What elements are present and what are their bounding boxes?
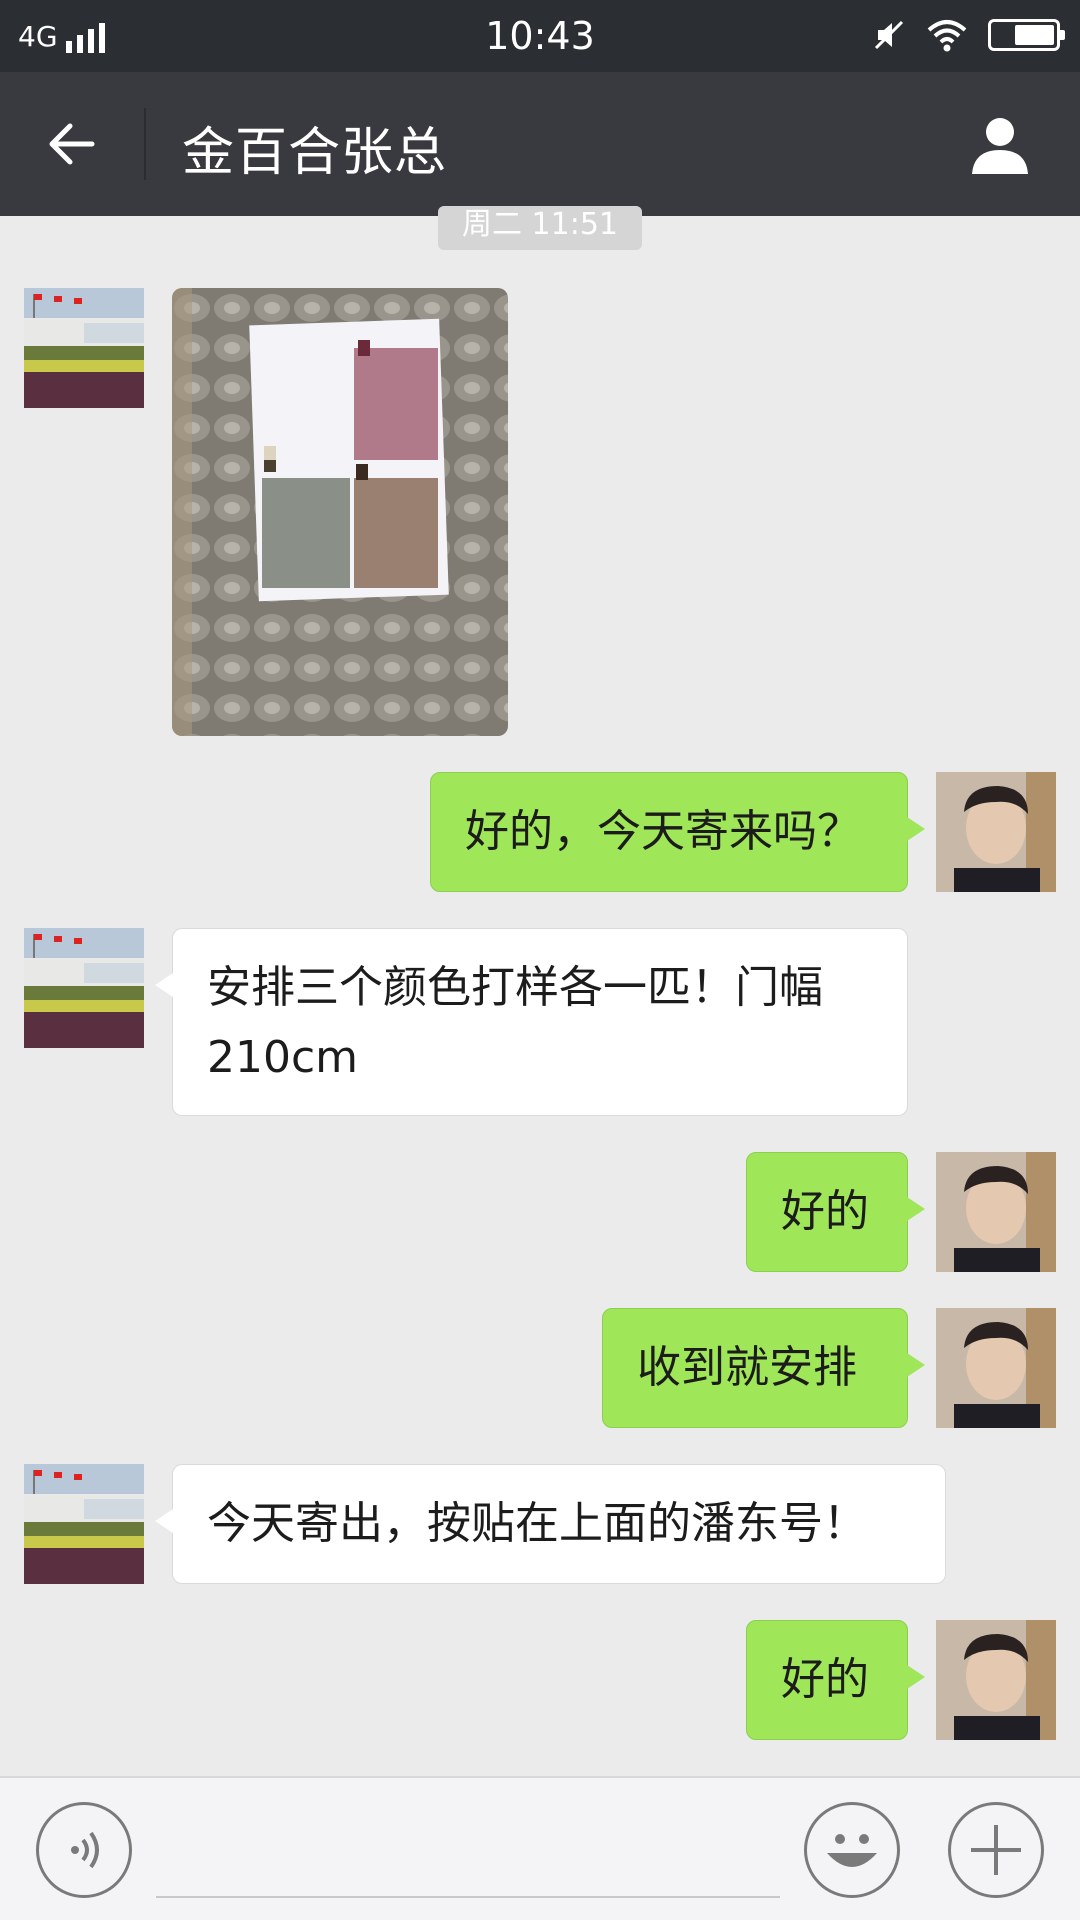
message-text: 好的，今天寄来吗？ [465, 806, 861, 857]
battery-icon [988, 19, 1065, 51]
contact-avatar[interactable] [24, 1464, 144, 1584]
emoji-icon [827, 1834, 877, 1867]
user-avatar[interactable] [936, 1620, 1056, 1740]
status-bar: 4G 10:43 [0, 0, 1080, 72]
message-bubble-sent[interactable]: 好的 [746, 1152, 925, 1272]
mute-icon [874, 20, 904, 50]
message-bubble-sent[interactable]: 好的，今天寄来吗？ [430, 772, 925, 892]
user-avatar[interactable] [936, 1152, 1056, 1272]
voice-button[interactable] [36, 1802, 132, 1898]
back-arrow-icon[interactable] [42, 112, 106, 176]
message-bubble-received[interactable]: 今天寄出，按贴在上面的潘东号！ [155, 1464, 946, 1584]
contact-avatar[interactable] [24, 928, 144, 1048]
message-text: 收到就安排 [637, 1342, 857, 1393]
nav-bar: 金百合张总 [0, 72, 1080, 216]
input-bar [0, 1776, 1080, 1920]
chat-title: 金百合张总 [182, 123, 448, 183]
contact-avatar[interactable] [24, 288, 144, 408]
person-icon[interactable] [966, 112, 1034, 180]
message-text-line1: 安排三个颜色打样各一匹！门幅 [207, 962, 823, 1013]
message-timestamp: 周二 11:51 [438, 206, 642, 250]
message-bubble-received[interactable]: 安排三个颜色打样各一匹！门幅 210cm [155, 928, 908, 1116]
message-bubble-sent[interactable]: 收到就安排 [602, 1308, 925, 1428]
message-text: 好的 [781, 1654, 869, 1705]
message-text: 好的 [781, 1186, 869, 1237]
more-button[interactable] [948, 1802, 1044, 1898]
user-avatar[interactable] [936, 1308, 1056, 1428]
nav-divider [144, 108, 146, 180]
image-message[interactable] [172, 288, 508, 736]
message-bubble-sent[interactable]: 好的 [746, 1620, 925, 1740]
voice-icon [71, 1831, 99, 1869]
message-input[interactable] [156, 1896, 780, 1898]
status-icons [872, 18, 1065, 52]
user-avatar[interactable] [936, 772, 1056, 892]
wifi-icon [927, 20, 967, 52]
emoji-button[interactable] [804, 1802, 900, 1898]
message-text: 今天寄出，按贴在上面的潘东号！ [207, 1498, 867, 1549]
message-text-line2: 210cm [207, 1032, 359, 1083]
plus-icon [971, 1825, 1021, 1875]
